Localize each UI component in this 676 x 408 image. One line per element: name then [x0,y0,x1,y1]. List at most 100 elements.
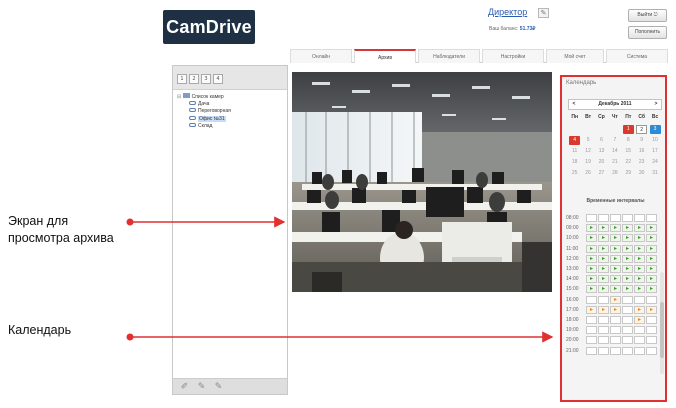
motion-play-icon[interactable]: ▸ [598,305,609,314]
play-icon[interactable]: ▸ [622,265,633,274]
tab-my-account[interactable]: Мой счет [546,49,604,63]
play-icon[interactable]: ▸ [622,224,633,233]
calendar-day[interactable]: 10 [648,135,661,146]
play-icon[interactable]: ▸ [610,285,621,294]
play-icon[interactable]: ▸ [586,285,597,294]
play-icon[interactable]: ▸ [598,244,609,253]
play-icon[interactable]: ▸ [622,285,633,294]
layout-button-4[interactable]: 4 [213,74,223,84]
play-icon[interactable]: ▸ [610,244,621,253]
intervals-scrollbar[interactable] [660,272,664,374]
play-icon[interactable]: ▸ [634,254,645,263]
calendar-day[interactable]: 8 [622,135,635,146]
play-icon[interactable]: ▸ [622,234,633,243]
play-icon[interactable]: ▸ [646,244,657,253]
calendar-day[interactable]: 18 [568,157,581,168]
tree-root[interactable]: ⊟ Список камер [177,93,231,101]
calendar-day[interactable]: 30 [635,168,648,179]
layout-button-1[interactable]: 1 [177,74,187,84]
edit-icon[interactable]: ✎ [538,8,549,18]
calendar-day[interactable]: 24 [648,157,661,168]
play-icon[interactable]: ▸ [610,224,621,233]
play-icon[interactable]: ▸ [646,275,657,284]
motion-play-icon[interactable]: ▸ [634,305,645,314]
archive-video-viewer[interactable] [292,72,552,292]
tab-archive[interactable]: Архив [354,49,416,63]
scrollbar-thumb[interactable] [660,302,664,358]
play-icon[interactable]: ▸ [622,275,633,284]
prev-month-button[interactable]: < [569,100,579,109]
layout-button-2[interactable]: 2 [189,74,199,84]
next-month-button[interactable]: > [651,100,661,109]
calendar-day[interactable]: 16 [635,146,648,157]
play-icon[interactable]: ▸ [610,254,621,263]
calendar-day[interactable]: 19 [581,157,594,168]
motion-play-icon[interactable]: ▸ [610,295,621,304]
play-icon[interactable]: ▸ [610,265,621,274]
play-icon[interactable]: ▸ [598,285,609,294]
calendar-day[interactable]: 13 [595,146,608,157]
layout-button-3[interactable]: 3 [201,74,211,84]
tab-system[interactable]: Система [606,49,668,63]
tab-observers[interactable]: Наблюдатели [418,49,480,63]
play-icon[interactable]: ▸ [598,224,609,233]
calendar-day[interactable]: 9 [635,135,648,146]
tree-item-camera-selected[interactable]: Офис №31 [177,115,231,124]
calendar-day[interactable]: 25 [568,168,581,179]
play-icon[interactable]: ▸ [598,254,609,263]
play-icon[interactable]: ▸ [586,224,597,233]
edit-tool-icon[interactable]: ✎ [195,382,208,392]
calendar-day[interactable]: 3 [648,124,661,135]
add-camera-icon[interactable]: ✐ [178,382,191,392]
play-icon[interactable]: ▸ [646,254,657,263]
play-icon[interactable]: ▸ [646,265,657,274]
play-icon[interactable]: ▸ [598,265,609,274]
calendar-day[interactable]: 1 [622,124,635,135]
play-icon[interactable]: ▸ [586,234,597,243]
play-icon[interactable]: ▸ [610,234,621,243]
play-icon[interactable]: ▸ [646,285,657,294]
tree-item-camera[interactable]: Дача [177,100,231,109]
tab-online[interactable]: Онлайн [290,49,352,63]
play-icon[interactable]: ▸ [622,254,633,263]
calendar-day[interactable]: 26 [581,168,594,179]
logout-button[interactable]: Выйти ⎋ [628,9,667,22]
delete-tool-icon[interactable]: ✎ [212,382,225,392]
calendar-day[interactable]: 15 [622,146,635,157]
expand-icon[interactable]: ⊟ [177,94,181,100]
calendar-day[interactable]: 22 [622,157,635,168]
motion-play-icon[interactable]: ▸ [586,305,597,314]
topup-button[interactable]: Пополнить [628,26,667,39]
tree-item-camera[interactable]: Переговорная [177,108,231,116]
play-icon[interactable]: ▸ [646,234,657,243]
play-icon[interactable]: ▸ [646,224,657,233]
calendar-day[interactable]: 17 [648,146,661,157]
tab-settings[interactable]: Настройки [482,49,544,63]
play-icon[interactable]: ▸ [586,254,597,263]
play-icon[interactable]: ▸ [622,244,633,253]
calendar-day[interactable]: 29 [622,168,635,179]
play-icon[interactable]: ▸ [634,234,645,243]
play-icon[interactable]: ▸ [610,275,621,284]
motion-play-icon[interactable]: ▸ [634,315,645,324]
play-icon[interactable]: ▸ [598,275,609,284]
calendar-day[interactable]: 11 [568,146,581,157]
play-icon[interactable]: ▸ [634,244,645,253]
calendar-day[interactable]: 31 [648,168,661,179]
calendar-day[interactable]: 20 [595,157,608,168]
calendar-day[interactable]: 6 [595,135,608,146]
play-icon[interactable]: ▸ [586,244,597,253]
calendar-day[interactable]: 27 [595,168,608,179]
play-icon[interactable]: ▸ [598,234,609,243]
calendar-day[interactable]: 4 [568,135,581,146]
motion-play-icon[interactable]: ▸ [610,305,621,314]
calendar-day[interactable]: 5 [581,135,594,146]
play-icon[interactable]: ▸ [634,275,645,284]
play-icon[interactable]: ▸ [634,224,645,233]
play-icon[interactable]: ▸ [634,265,645,274]
calendar-day[interactable]: 14 [608,146,621,157]
calendar-day[interactable]: 12 [581,146,594,157]
motion-play-icon[interactable]: ▸ [646,305,657,314]
user-profile-link[interactable]: Директор [488,7,527,17]
calendar-day[interactable]: 23 [635,157,648,168]
